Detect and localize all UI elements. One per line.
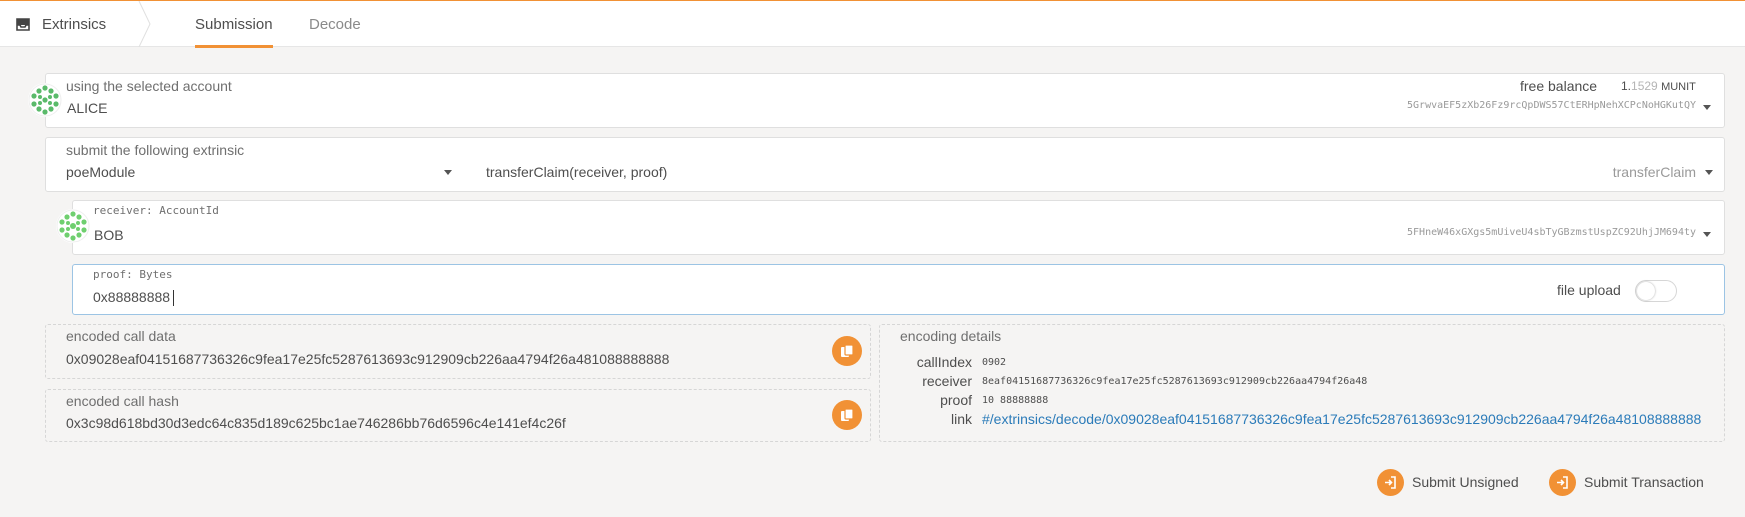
detail-key-link: link <box>950 411 972 427</box>
account-selector[interactable]: using the selected account ALICE free ba… <box>45 73 1725 128</box>
call-name: transferClaim <box>1612 164 1696 180</box>
inbox-icon <box>16 17 30 31</box>
submit-transaction-button[interactable]: Submit Transaction <box>1549 467 1704 497</box>
free-balance-value: 1.1529 MUNIT <box>1621 79 1696 93</box>
call-dropdown[interactable]: transferClaim(receiver, proof) transferC… <box>476 138 1726 193</box>
free-balance-label: free balance <box>1520 78 1598 94</box>
tab-decode[interactable]: Decode <box>309 1 361 47</box>
account-identicon <box>28 83 62 117</box>
encoding-details: encoding details callIndex 0902 receiver… <box>879 324 1725 442</box>
top-nav-bar: Extrinsics Submission Decode <box>0 0 1745 48</box>
call-data-value: 0x09028eaf04151687736326c9fea17e25fc5287… <box>66 351 670 367</box>
chevron-down-icon[interactable] <box>1703 105 1711 110</box>
tab-submission-label: Submission <box>195 15 273 33</box>
receiver-param[interactable]: receiver: AccountId BOB 5FHneW46xGXgs5mU… <box>72 200 1725 255</box>
encoded-call-hash: encoded call hash 0x3c98d618bd30d3edc64c… <box>45 389 871 442</box>
file-upload-label: file upload <box>1557 282 1621 298</box>
account-name: ALICE <box>67 100 108 116</box>
proof-param: proof: Bytes 0x88888888 file upload <box>72 264 1725 315</box>
tab-decode-label: Decode <box>309 15 361 33</box>
chevron-down-icon[interactable] <box>1703 232 1711 237</box>
receiver-label: receiver: AccountId <box>93 204 219 217</box>
chevron-down-icon[interactable] <box>1705 170 1713 175</box>
module-name: poeModule <box>66 164 136 180</box>
chevron-separator <box>138 1 151 47</box>
account-address: 5GrwvaEF5zXb26Fz9rcQpDWS57CtERHpNehXCPcN… <box>1407 100 1696 111</box>
balance-unit: MUNIT <box>1661 81 1696 93</box>
proof-label: proof: Bytes <box>93 268 173 281</box>
call-hash-value: 0x3c98d618bd30d3edc64c835d189c625bc1ae74… <box>66 415 566 431</box>
active-tab-indicator <box>195 45 273 48</box>
copy-icon <box>841 344 854 357</box>
section-header[interactable]: Extrinsics <box>0 1 150 47</box>
copy-call-data-button[interactable] <box>832 336 862 366</box>
receiver-identicon <box>56 209 90 243</box>
proof-input[interactable]: 0x88888888 <box>93 289 170 305</box>
detail-key-proof: proof <box>940 392 972 408</box>
sign-in-icon <box>1549 468 1576 496</box>
text-cursor <box>173 290 174 306</box>
section-title: Extrinsics <box>42 15 107 33</box>
submit-unsigned-label: Submit Unsigned <box>1412 474 1519 490</box>
detail-value-proof: 10 88888888 <box>982 395 1049 406</box>
sign-in-icon <box>1377 468 1404 496</box>
detail-key-callindex: callIndex <box>916 354 972 370</box>
call-signature: transferClaim(receiver, proof) <box>486 164 668 180</box>
detail-value-callindex: 0902 <box>982 357 1007 368</box>
receiver-name: BOB <box>94 227 124 243</box>
account-label: using the selected account <box>66 78 232 94</box>
balance-fraction: 1529 <box>1631 79 1658 93</box>
balance-whole: 1. <box>1621 79 1632 93</box>
decode-link[interactable]: #/extrinsics/decode/0x09028eaf0415168773… <box>982 411 1702 427</box>
encoding-details-label: encoding details <box>900 328 1002 344</box>
submit-transaction-label: Submit Transaction <box>1584 474 1704 490</box>
encoded-call-data: encoded call data 0x09028eaf041516877363… <box>45 324 871 379</box>
call-hash-label: encoded call hash <box>66 393 179 409</box>
receiver-address: 5FHneW46xGXgs5mUiveU4sbTyGBzmstUspZC92Uh… <box>1407 227 1696 238</box>
call-data-label: encoded call data <box>66 328 176 344</box>
detail-key-receiver: receiver <box>922 373 972 389</box>
copy-call-hash-button[interactable] <box>832 400 862 430</box>
extrinsic-selector: submit the following extrinsic poeModule… <box>45 137 1725 192</box>
module-dropdown[interactable]: poeModule <box>46 138 456 193</box>
tab-submission[interactable]: Submission <box>195 1 273 48</box>
submit-unsigned-button[interactable]: Submit Unsigned <box>1377 467 1519 497</box>
file-upload-toggle[interactable] <box>1635 280 1677 302</box>
chevron-down-icon[interactable] <box>444 170 452 175</box>
detail-value-receiver: 8eaf04151687736326c9fea17e25fc5287613693… <box>982 376 1368 387</box>
toggle-knob <box>1637 282 1655 300</box>
copy-icon <box>841 408 854 421</box>
